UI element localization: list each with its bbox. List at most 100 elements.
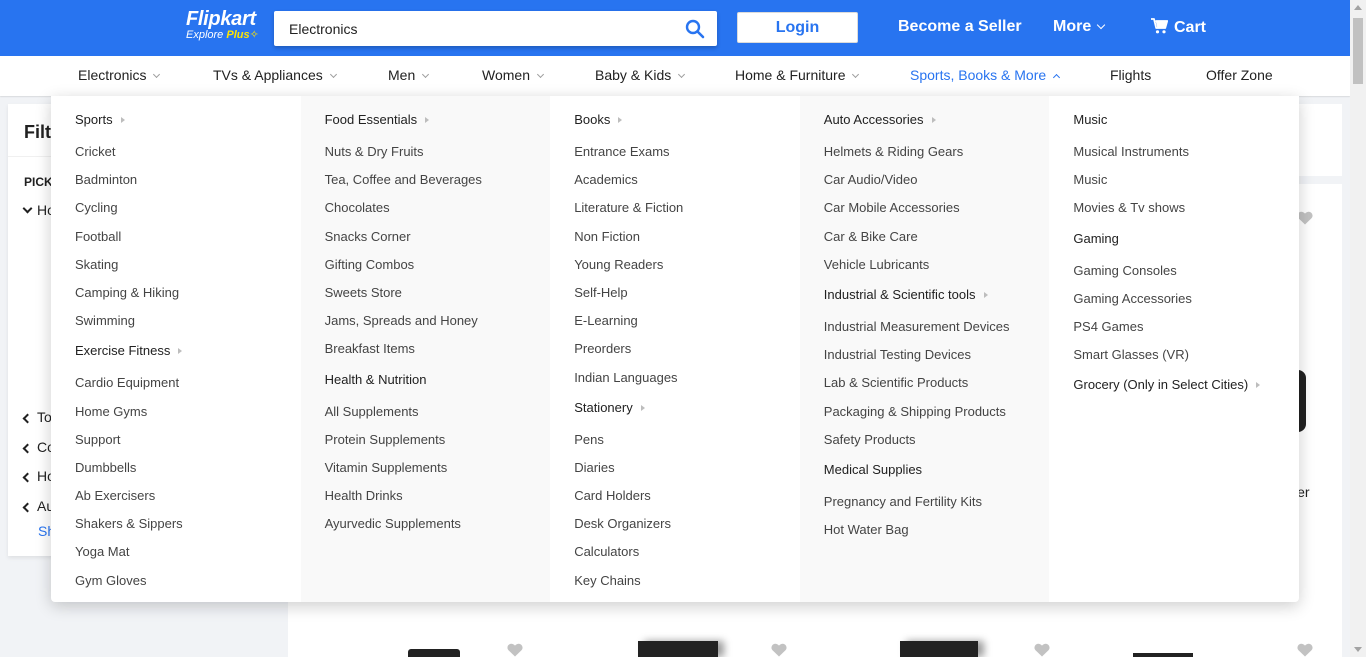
menu-heading-health-nutrition[interactable]: Health & Nutrition (301, 370, 551, 401)
menu-item[interactable]: Card Holders (550, 485, 800, 513)
flipkart-logo[interactable]: Flipkart Explore Plus✧ (186, 9, 259, 42)
menu-item[interactable]: Jams, Spreads and Honey (301, 310, 551, 338)
wishlist-heart-icon[interactable] (1034, 643, 1050, 657)
menu-item[interactable]: Lab & Scientific Products (800, 372, 1050, 400)
menu-item[interactable]: Ayurvedic Supplements (301, 513, 551, 541)
wishlist-heart-icon[interactable] (1297, 643, 1313, 657)
menu-item[interactable]: Breakfast Items (301, 338, 551, 366)
menu-heading-food-essentials[interactable]: Food Essentials (301, 110, 551, 141)
menu-heading-industrial-scientific[interactable]: Industrial & Scientific tools (800, 285, 1050, 316)
menu-item[interactable]: Tea, Coffee and Beverages (301, 169, 551, 197)
menu-item[interactable]: Hot Water Bag (800, 519, 1050, 547)
menu-item[interactable]: E-Learning (550, 310, 800, 338)
nav-electronics[interactable]: Electronics (78, 67, 161, 83)
menu-item[interactable]: Cricket (51, 141, 301, 169)
nav-women[interactable]: Women (482, 67, 545, 83)
menu-heading-medical-supplies[interactable]: Medical Supplies (800, 460, 1050, 491)
menu-item[interactable]: Sweets Store (301, 282, 551, 310)
menu-item[interactable]: Smart Glasses (VR) (1049, 344, 1299, 372)
become-seller-link[interactable]: Become a Seller (898, 18, 1022, 36)
menu-item[interactable]: Car Audio/Video (800, 169, 1050, 197)
menu-heading-exercise-fitness[interactable]: Exercise Fitness (51, 341, 301, 372)
menu-heading-stationery[interactable]: Stationery (550, 398, 800, 429)
menu-item[interactable]: Movies & Tv shows (1049, 197, 1299, 225)
product-image[interactable] (408, 649, 460, 657)
menu-item[interactable]: Academics (550, 169, 800, 197)
menu-item[interactable]: Nuts & Dry Fruits (301, 141, 551, 169)
menu-item[interactable]: Cardio Equipment (51, 372, 301, 400)
menu-item[interactable]: Pregnancy and Fertility Kits (800, 491, 1050, 519)
menu-item[interactable]: Vitamin Supplements (301, 457, 551, 485)
menu-heading-books[interactable]: Books (550, 110, 800, 141)
menu-item[interactable]: Self-Help (550, 282, 800, 310)
menu-item[interactable]: Car & Bike Care (800, 226, 1050, 254)
search-icon[interactable] (685, 19, 705, 39)
menu-item[interactable]: Industrial Measurement Devices (800, 316, 1050, 344)
search-input[interactable] (274, 11, 664, 46)
scrollbar-thumb[interactable] (1353, 18, 1363, 84)
menu-item[interactable]: Indian Languages (550, 367, 800, 395)
menu-item[interactable]: PS4 Games (1049, 316, 1299, 344)
menu-heading-sports[interactable]: Sports (51, 110, 301, 141)
menu-item[interactable]: Literature & Fiction (550, 197, 800, 225)
menu-item[interactable]: Shakers & Sippers (51, 513, 301, 541)
scroll-down-arrow-icon[interactable] (1354, 647, 1362, 652)
menu-item[interactable]: Gym Gloves (51, 570, 301, 598)
menu-item[interactable]: Badminton (51, 169, 301, 197)
menu-item[interactable]: Diaries (550, 457, 800, 485)
menu-item[interactable]: Chocolates (301, 197, 551, 225)
menu-item[interactable]: Key Chains (550, 570, 800, 598)
scroll-up-arrow-icon[interactable] (1354, 5, 1362, 10)
nav-offer-zone[interactable]: Offer Zone (1206, 67, 1273, 83)
menu-item[interactable]: Car Mobile Accessories (800, 197, 1050, 225)
menu-item[interactable]: Helmets & Riding Gears (800, 141, 1050, 169)
menu-item[interactable]: Snacks Corner (301, 226, 551, 254)
menu-heading-grocery[interactable]: Grocery (Only in Select Cities) (1049, 375, 1299, 406)
nav-flights[interactable]: Flights (1110, 67, 1151, 83)
menu-item[interactable]: Industrial Testing Devices (800, 344, 1050, 372)
menu-heading-music[interactable]: Music (1049, 110, 1299, 141)
menu-item[interactable]: Desk Organizers (550, 513, 800, 541)
menu-item[interactable]: Gifting Combos (301, 254, 551, 282)
menu-item[interactable]: Music (1049, 169, 1299, 197)
wishlist-heart-icon[interactable] (1297, 211, 1313, 225)
menu-item[interactable]: Gaming Consoles (1049, 260, 1299, 288)
more-menu[interactable]: More (1053, 18, 1106, 36)
page-scrollbar[interactable] (1350, 0, 1366, 657)
nav-sports-books-more[interactable]: Sports, Books & More (910, 67, 1061, 83)
menu-item[interactable]: Musical Instruments (1049, 141, 1299, 169)
menu-item[interactable]: Gaming Accessories (1049, 288, 1299, 316)
filter-row[interactable]: To (22, 409, 52, 425)
menu-item[interactable]: All Supplements (301, 401, 551, 429)
menu-item[interactable]: Young Readers (550, 254, 800, 282)
menu-item[interactable]: Cycling (51, 197, 301, 225)
menu-item[interactable]: Safety Products (800, 429, 1050, 457)
menu-item[interactable]: Camping & Hiking (51, 282, 301, 310)
menu-item[interactable]: Vehicle Lubricants (800, 254, 1050, 282)
nav-men[interactable]: Men (388, 67, 430, 83)
product-image[interactable] (900, 641, 978, 657)
menu-item[interactable]: Pens (550, 429, 800, 457)
menu-heading-auto-accessories[interactable]: Auto Accessories (800, 110, 1050, 141)
menu-item[interactable]: Support (51, 429, 301, 457)
nav-home-furniture[interactable]: Home & Furniture (735, 67, 860, 83)
menu-item[interactable]: Skating (51, 254, 301, 282)
menu-item[interactable]: Protein Supplements (301, 429, 551, 457)
nav-tvs-appliances[interactable]: TVs & Appliances (213, 67, 337, 83)
login-button[interactable]: Login (737, 12, 858, 43)
menu-item[interactable]: Packaging & Shipping Products (800, 401, 1050, 429)
menu-item[interactable]: Swimming (51, 310, 301, 338)
nav-baby-kids[interactable]: Baby & Kids (595, 67, 686, 83)
menu-item[interactable]: Non Fiction (550, 226, 800, 254)
wishlist-heart-icon[interactable] (507, 643, 523, 657)
menu-heading-gaming[interactable]: Gaming (1049, 229, 1299, 260)
menu-item[interactable]: Football (51, 226, 301, 254)
menu-item[interactable]: Yoga Mat (51, 541, 301, 569)
product-image[interactable] (1133, 653, 1193, 657)
menu-item[interactable]: Dumbbells (51, 457, 301, 485)
menu-item[interactable]: Home Gyms (51, 401, 301, 429)
menu-item[interactable]: Preorders (550, 338, 800, 366)
menu-item[interactable]: Health Drinks (301, 485, 551, 513)
menu-item[interactable]: Ab Exercisers (51, 485, 301, 513)
filter-row[interactable]: Au (22, 498, 54, 514)
